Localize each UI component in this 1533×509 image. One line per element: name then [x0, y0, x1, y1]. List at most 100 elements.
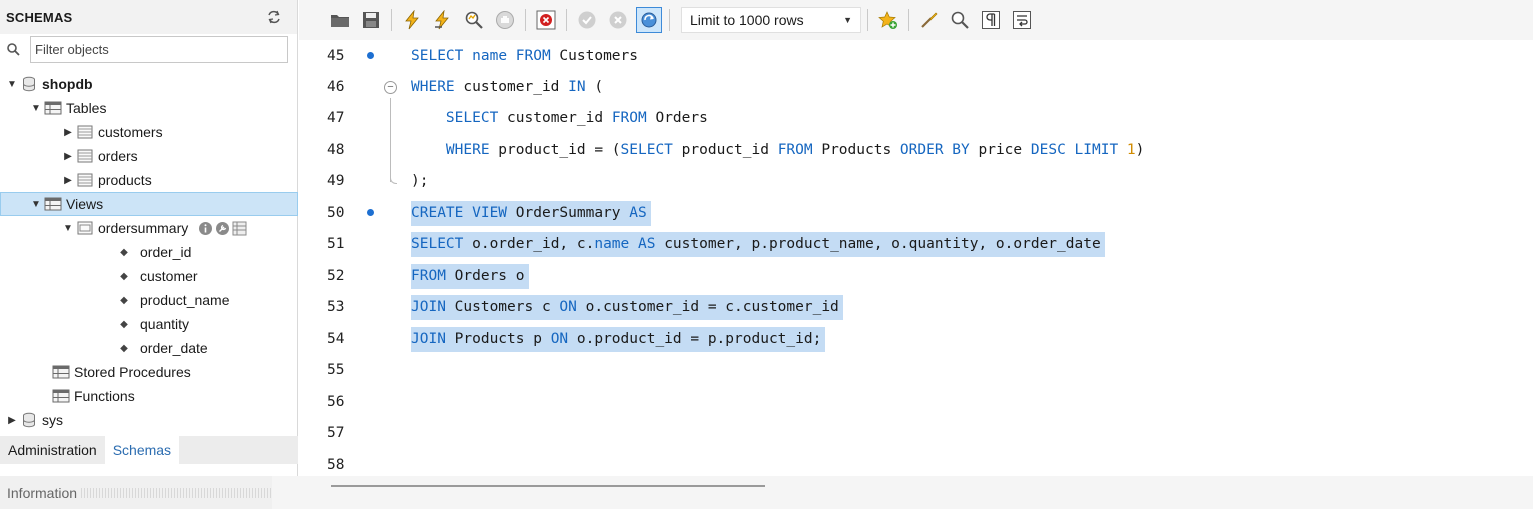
column-icon: ◆: [120, 246, 128, 258]
toolbar-separator: [525, 9, 526, 31]
tab-schemas[interactable]: Schemas: [104, 436, 180, 464]
tree-item-column[interactable]: ◆ order_id: [0, 240, 298, 264]
tree-item-view[interactable]: ▼ ordersummary: [0, 216, 298, 240]
view-name: ordersummary: [98, 220, 189, 236]
code-text-selected: SELECT o.order_id, c.name AS customer, p…: [411, 232, 1105, 257]
code-text-selected: JOIN Customers c ON o.customer_id = c.cu…: [411, 295, 843, 320]
code-line[interactable]: 57: [299, 418, 1533, 449]
code-line[interactable]: 50 CREATE VIEW OrderSummary AS: [299, 198, 1533, 229]
tree-item-table[interactable]: ▶ customers: [0, 120, 298, 144]
schema-tree: ▼ shopdb ▼ Tables ▶ customers ▶ orders ▶…: [0, 72, 298, 432]
autocommit-toggle-icon[interactable]: [636, 7, 662, 33]
expand-toggle[interactable]: ▼: [62, 223, 74, 234]
info-icon[interactable]: [198, 221, 213, 236]
expand-toggle[interactable]: ▶: [6, 415, 18, 426]
explain-icon[interactable]: [461, 7, 487, 33]
rollback-icon[interactable]: [605, 7, 631, 33]
word-wrap-icon[interactable]: [1009, 7, 1035, 33]
tree-item-column[interactable]: ◆ order_date: [0, 336, 298, 360]
code-text-selected: CREATE VIEW OrderSummary AS: [411, 201, 651, 226]
save-icon[interactable]: [358, 7, 384, 33]
tab-administration[interactable]: Administration: [0, 436, 105, 464]
information-panel-header[interactable]: Information: [0, 476, 298, 509]
schemas-title: SCHEMAS: [6, 9, 73, 25]
line-number: 49: [327, 173, 345, 189]
code-line[interactable]: 45 SELECT name FROM Customers: [299, 41, 1533, 72]
limit-rows-select[interactable]: Limit to 1000 rows ▼: [681, 7, 861, 33]
expand-toggle[interactable]: ▼: [30, 199, 42, 210]
toggle-error-icon[interactable]: [533, 7, 559, 33]
line-number: 52: [327, 268, 345, 284]
code-line[interactable]: 48 WHERE product_id = (SELECT product_id…: [299, 135, 1533, 166]
filter-objects-input[interactable]: [30, 36, 288, 63]
folder-icon: [44, 196, 62, 212]
functions-label: Functions: [74, 388, 135, 404]
line-number: 57: [327, 425, 345, 441]
add-snippet-icon[interactable]: [875, 7, 901, 33]
sql-editor[interactable]: − 45 SELECT name FROM Customers 46 WHERE…: [299, 40, 1533, 476]
invisible-chars-icon[interactable]: [978, 7, 1004, 33]
wrench-icon[interactable]: [215, 221, 230, 236]
toolbar-separator: [391, 9, 392, 31]
code-line[interactable]: 53 JOIN Customers c ON o.customer_id = c…: [299, 292, 1533, 323]
code-text: WHERE customer_id IN (: [411, 79, 604, 95]
tree-item-column[interactable]: ◆ product_name: [0, 288, 298, 312]
column-name: product_name: [140, 292, 230, 308]
code-line[interactable]: 49 );: [299, 166, 1533, 197]
drag-handle[interactable]: [81, 487, 292, 498]
code-line[interactable]: 56: [299, 387, 1533, 418]
column-icon: ◆: [120, 318, 128, 330]
expand-toggle[interactable]: ▶: [62, 127, 74, 138]
folder-icon: [44, 100, 62, 116]
code-line[interactable]: 55: [299, 355, 1533, 386]
information-label: Information: [7, 484, 78, 501]
column-icon: ◆: [120, 294, 128, 306]
commit-icon[interactable]: [574, 7, 600, 33]
code-line[interactable]: 46 WHERE customer_id IN (: [299, 72, 1533, 103]
tree-item-sys[interactable]: ▶ sys: [0, 408, 298, 432]
table-name: orders: [98, 148, 138, 164]
line-number: 54: [327, 331, 345, 347]
code-line[interactable]: 52 FROM Orders o: [299, 261, 1533, 292]
expand-toggle[interactable]: ▶: [62, 151, 74, 162]
tree-item-shopdb[interactable]: ▼ shopdb: [0, 72, 298, 96]
table-icon: [76, 148, 94, 164]
code-text-selected: JOIN Products p ON o.product_id = p.prod…: [411, 327, 826, 352]
execute-statement-icon[interactable]: [430, 7, 456, 33]
tree-item-table[interactable]: ▶ products: [0, 168, 298, 192]
stop-icon[interactable]: [492, 7, 518, 33]
view-icon: [76, 220, 94, 236]
tree-item-column[interactable]: ◆ customer: [0, 264, 298, 288]
tree-item-tables[interactable]: ▼ Tables: [0, 96, 298, 120]
expand-toggle[interactable]: ▶: [62, 175, 74, 186]
tree-item-table[interactable]: ▶ orders: [0, 144, 298, 168]
tree-item-functions[interactable]: Functions: [0, 384, 298, 408]
database-icon: [20, 412, 38, 428]
tree-item-views[interactable]: ▼ Views: [0, 192, 298, 216]
column-name: order_date: [140, 340, 208, 356]
folder-icon: [52, 388, 70, 404]
toolbar-separator: [669, 9, 670, 31]
code-line[interactable]: 47 SELECT customer_id FROM Orders: [299, 103, 1533, 134]
refresh-icon[interactable]: [265, 8, 283, 26]
grid-icon[interactable]: [232, 221, 247, 236]
find-replace-icon[interactable]: [947, 7, 973, 33]
code-line[interactable]: 51 SELECT o.order_id, c.name AS customer…: [299, 229, 1533, 260]
horizontal-scrollbar[interactable]: [331, 485, 765, 487]
beautify-icon[interactable]: [916, 7, 942, 33]
expand-toggle[interactable]: ▼: [6, 79, 18, 90]
statement-marker-icon: [367, 209, 374, 216]
open-folder-icon[interactable]: [327, 7, 353, 33]
code-line[interactable]: 54 JOIN Products p ON o.product_id = p.p…: [299, 324, 1533, 355]
tree-item-stored-procedures[interactable]: Stored Procedures: [0, 360, 298, 384]
code-text: SELECT name FROM Customers: [411, 48, 639, 64]
folder-icon: [52, 364, 70, 380]
column-name: customer: [140, 268, 198, 284]
stored-procedures-label: Stored Procedures: [74, 364, 191, 380]
execute-icon[interactable]: [399, 7, 425, 33]
table-icon: [76, 124, 94, 140]
expand-toggle[interactable]: ▼: [30, 103, 42, 114]
search-icon: [7, 43, 20, 56]
tree-item-column[interactable]: ◆ quantity: [0, 312, 298, 336]
line-number: 56: [327, 394, 345, 410]
